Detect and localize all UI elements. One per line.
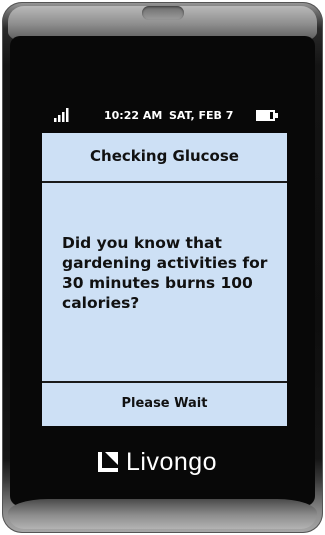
status-date: SAT, FEB 7 [169, 109, 234, 122]
screen-title: Checking Glucose [90, 147, 239, 165]
footer-bar: Please Wait [42, 381, 287, 426]
status-message: Please Wait [121, 396, 208, 411]
tip-message: Did you know that gardening activities f… [62, 234, 268, 312]
device-bottom-bevel [8, 499, 317, 529]
status-bar: 10:22 AM SAT, FEB 7 [40, 108, 287, 126]
battery-icon [256, 110, 278, 121]
signal-bars-icon [54, 108, 69, 122]
brand-name: Livongo [126, 447, 218, 476]
display-screen: Checking Glucose Did you know that garde… [42, 133, 287, 426]
device-top-button[interactable] [142, 6, 184, 20]
brand: Livongo [98, 448, 217, 476]
title-bar: Checking Glucose [42, 133, 287, 183]
livongo-logo-icon [98, 452, 118, 472]
status-time: 10:22 AM [104, 109, 163, 122]
